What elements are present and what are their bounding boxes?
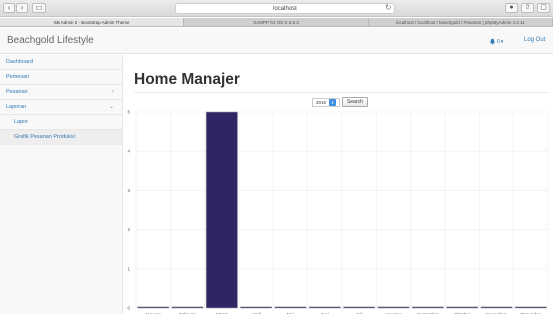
bar-january bbox=[137, 306, 170, 309]
chevron-left-icon: ‹ bbox=[112, 89, 114, 95]
select-arrows-icon: ⇕ bbox=[329, 98, 337, 106]
caret-down-icon: ▾ bbox=[500, 38, 504, 45]
notification-count: 0 bbox=[497, 38, 500, 45]
bar-juni bbox=[308, 306, 341, 309]
bar-desember bbox=[514, 306, 547, 309]
sidebar-item-dashboard[interactable]: Dashboard bbox=[0, 55, 122, 70]
year-value: 2016 bbox=[316, 99, 327, 105]
forward-icon[interactable]: › bbox=[16, 3, 28, 13]
main-content: Home Manajer 2016 ⇕ Search 012345January… bbox=[124, 55, 553, 314]
search-button[interactable]: Search bbox=[342, 97, 368, 107]
y-tick-label: 4 bbox=[127, 149, 130, 154]
sidebar-item-label: Grafik Pesanan Produksi bbox=[14, 134, 75, 140]
browser-tabs: SB Admin 2 - Bootstrap Admin Theme XAMPP… bbox=[0, 18, 553, 27]
app-window: ‹ › ▭ localhost ↻ ● ⇧ ▢ SB Admin 2 - Boo… bbox=[0, 0, 553, 314]
bar-april bbox=[240, 306, 273, 309]
share-icon[interactable]: ⇧ bbox=[521, 3, 534, 13]
reload-icon[interactable]: ↻ bbox=[385, 3, 392, 12]
year-filter: 2016 ⇕ Search bbox=[312, 97, 368, 107]
y-tick-label: 2 bbox=[127, 227, 130, 232]
bar-maret bbox=[205, 111, 238, 309]
y-tick-label: 3 bbox=[127, 188, 130, 193]
bar-februari bbox=[171, 306, 204, 309]
sidebar-item-pesanan[interactable]: Pesanan ‹ bbox=[0, 85, 122, 100]
sidebar-item-lapor[interactable]: Lapor bbox=[0, 115, 122, 130]
sidebar-item-pemesan[interactable]: Pemesan bbox=[0, 70, 122, 85]
browser-actions: ● ⇧ ▢ bbox=[505, 3, 550, 13]
y-tick-label: 5 bbox=[127, 110, 130, 115]
title-divider bbox=[134, 92, 549, 93]
bell-icon bbox=[490, 38, 495, 45]
sidebar-item-label: Lapor bbox=[14, 119, 29, 125]
bar-agustus bbox=[377, 306, 410, 309]
bar-chart: 012345JanuaryFebruariMaretAprilMeiJuniJu… bbox=[127, 110, 549, 314]
sidebar-item-label: Laporan bbox=[6, 104, 27, 110]
y-tick-label: 0 bbox=[127, 306, 130, 311]
back-icon[interactable]: ‹ bbox=[3, 3, 15, 13]
bar-oktober bbox=[446, 306, 479, 309]
notifications-dropdown[interactable]: 0 ▾ bbox=[489, 38, 503, 45]
browser-nav: ‹ › ▭ bbox=[3, 3, 46, 13]
sidebar-item-label: Dashboard bbox=[6, 59, 33, 65]
address-bar[interactable]: localhost bbox=[175, 3, 395, 14]
sidebar-item-grafik[interactable]: Grafik Pesanan Produksi bbox=[0, 130, 122, 145]
sidebar: Dashboard Pemesan Pesanan ‹ Laporan ⌄ La… bbox=[0, 55, 123, 314]
browser-toolbar: ‹ › ▭ localhost ↻ ● ⇧ ▢ bbox=[0, 0, 553, 17]
sidebar-item-label: Pesanan bbox=[6, 89, 28, 95]
logout-link[interactable]: Log Out bbox=[524, 37, 545, 43]
brand-title[interactable]: Beachgold Lifestyle bbox=[7, 35, 94, 46]
tabs-icon[interactable]: ▢ bbox=[537, 3, 550, 13]
bar-mei bbox=[274, 306, 307, 309]
browser-tab[interactable]: XAMPP for OS X 5.6.3 bbox=[184, 18, 369, 26]
chevron-down-icon: ⌄ bbox=[108, 104, 114, 110]
sidebar-toggle-icon[interactable]: ▭ bbox=[32, 3, 46, 13]
sidebar-item-laporan[interactable]: Laporan ⌄ bbox=[0, 100, 122, 115]
bar-november bbox=[480, 306, 513, 309]
download-icon[interactable]: ● bbox=[505, 3, 518, 13]
app-navbar: Beachgold Lifestyle 0 ▾ Log Out bbox=[0, 28, 553, 54]
year-select[interactable]: 2016 ⇕ bbox=[312, 97, 341, 107]
browser-tab[interactable]: localhost / localhost / beachgold / Pesa… bbox=[369, 18, 553, 26]
browser-tab[interactable]: SB Admin 2 - Bootstrap Admin Theme bbox=[0, 18, 185, 26]
page-title: Home Manajer bbox=[134, 71, 240, 88]
bar-juli bbox=[343, 306, 376, 309]
sidebar-item-label: Pemesan bbox=[6, 74, 30, 80]
bar-september bbox=[411, 306, 444, 309]
y-tick-label: 1 bbox=[127, 266, 130, 271]
